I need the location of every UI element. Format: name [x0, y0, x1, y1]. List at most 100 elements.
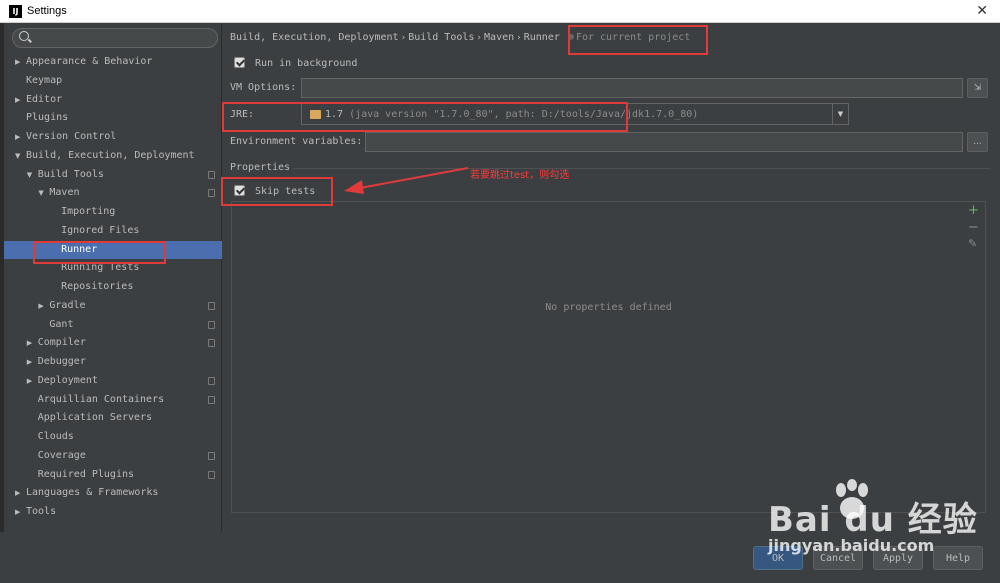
properties-table[interactable]: No properties defined — [231, 201, 986, 513]
chevron-right-icon[interactable]: ▶ — [38, 297, 46, 315]
search-input[interactable] — [12, 28, 218, 48]
chevron-right-icon[interactable]: ▶ — [27, 334, 35, 352]
sidebar-item-label: Application Servers — [37, 412, 153, 424]
sidebar-item[interactable]: ▶ Tools — [4, 503, 222, 521]
sidebar-item-label: Languages & Frameworks — [26, 487, 159, 499]
sidebar-item[interactable]: Repositories — [4, 278, 222, 296]
breadcrumb-item: Build Tools — [408, 32, 475, 43]
sidebar-item-label: Tools — [26, 506, 57, 517]
sidebar-item-label: Keymap — [26, 74, 63, 86]
search-icon — [19, 31, 29, 41]
env-browse-button[interactable]: ... — [967, 132, 988, 152]
sidebar-item[interactable]: ▶ Editor — [4, 91, 222, 109]
sidebar-item[interactable]: ▶ Languages & Frameworks — [4, 484, 222, 502]
sidebar-item[interactable]: ▶ Compiler — [4, 334, 222, 352]
project-scope-icon — [208, 395, 215, 404]
sidebar-item[interactable]: ▼ Build Tools — [4, 166, 222, 184]
sidebar-item[interactable]: ▼ Maven — [4, 184, 222, 202]
breadcrumb-item: Maven — [484, 32, 515, 43]
properties-title: Properties — [230, 162, 291, 173]
breadcrumb-separator: › — [517, 33, 521, 43]
jre-highlight-box — [222, 102, 628, 132]
chevron-down-icon[interactable]: ▼ — [832, 104, 848, 124]
chevron-right-icon[interactable]: ▶ — [15, 128, 23, 146]
vm-options-label: VM Options: — [230, 82, 297, 93]
chevron-down-icon[interactable]: ▼ — [27, 166, 35, 184]
sidebar-item-label: Importing — [61, 206, 116, 217]
project-scope-icon — [208, 189, 215, 198]
breadcrumb-item: Runner — [523, 32, 560, 43]
chevron-right-icon[interactable]: ▶ — [15, 503, 23, 521]
empty-properties-text: No properties defined — [545, 302, 672, 313]
watermark-url: jingyan.baidu.com — [768, 536, 935, 555]
sidebar-item[interactable]: Importing — [4, 203, 222, 221]
vm-options-field[interactable] — [301, 78, 963, 98]
project-scope-icon — [208, 470, 215, 479]
env-variables-label: Environment variables: — [230, 136, 363, 147]
sidebar-item[interactable]: Plugins — [4, 109, 222, 127]
sidebar-item[interactable]: ▶ Gradle — [4, 297, 222, 315]
sidebar-item[interactable]: Arquillian Containers — [4, 391, 222, 409]
sidebar-item-label: Plugins — [26, 112, 69, 124]
sidebar-item-label: Arquillian Containers — [37, 393, 165, 405]
watermark-brand: Bai du 经验 — [768, 500, 978, 540]
chevron-right-icon[interactable]: ▶ — [15, 91, 23, 109]
sidebar-item[interactable]: Clouds — [4, 428, 222, 446]
annotation-text: 若要跳过test，则勾选 — [470, 170, 570, 181]
close-icon[interactable]: ✕ — [976, 3, 988, 19]
sidebar-item-label: Editor — [26, 93, 63, 105]
project-scope-icon — [208, 339, 215, 348]
sidebar-item-label: Coverage — [37, 449, 86, 461]
sidebar-item[interactable]: Gant — [4, 316, 222, 334]
sidebar-item-label: Deployment — [37, 374, 98, 386]
sidebar-item-label: Gant — [49, 318, 74, 330]
sidebar-item[interactable]: ▶ Version Control — [4, 128, 222, 146]
sidebar-item-label: Build Tools — [37, 168, 104, 180]
sidebar-item[interactable]: ▶ Appearance & Behavior — [4, 53, 222, 71]
sidebar-item-label: Clouds — [37, 431, 74, 442]
env-variables-field[interactable] — [365, 132, 963, 152]
chevron-right-icon[interactable]: ▶ — [15, 53, 23, 71]
settings-sidebar: ▶ Appearance & Behavior Keymap ▶ Editor Plugi… — [4, 23, 222, 532]
project-scope-icon — [208, 320, 215, 329]
sidebar-item[interactable]: Keymap — [4, 72, 222, 90]
breadcrumb-item: Build, Execution, Deployment — [230, 32, 399, 43]
chevron-right-icon[interactable]: ▶ — [15, 484, 23, 502]
run-in-background-label: Run in background — [255, 57, 358, 69]
sidebar-item-label: Ignored Files — [61, 224, 140, 236]
sidebar-item-label: Required Plugins — [37, 468, 135, 480]
run-in-background-row[interactable]: Run in background — [234, 57, 357, 69]
project-scope-icon — [208, 170, 215, 179]
sidebar-item[interactable]: Required Plugins — [4, 466, 222, 484]
sidebar-item-label: Maven — [49, 187, 80, 199]
breadcrumb-separator: › — [477, 33, 482, 43]
sidebar-item-label: Build, Execution, Deployment — [26, 149, 195, 161]
chevron-right-icon[interactable]: ▶ — [27, 353, 35, 371]
runner-highlight-box — [33, 241, 166, 264]
sidebar-item-label: Gradle — [49, 299, 86, 311]
sidebar-item[interactable]: Coverage — [4, 447, 222, 465]
chevron-right-icon[interactable]: ▶ — [27, 372, 35, 390]
settings-content: Build, Execution, Deployment › Build Tools… — [223, 23, 1000, 532]
chevron-down-icon[interactable]: ▼ — [38, 184, 46, 202]
project-scope-icon — [208, 301, 215, 310]
sidebar-item[interactable]: Application Servers — [4, 409, 222, 427]
run-in-background-checkbox[interactable] — [234, 57, 245, 68]
breadcrumb-separator: › — [401, 33, 406, 43]
sidebar-item-label: Version Control — [26, 131, 117, 142]
sidebar-item[interactable]: ▼ Build, Execution, Deployment — [4, 147, 222, 165]
sidebar-item[interactable]: ▶ Debugger — [4, 353, 222, 371]
sidebar-item[interactable]: ▶ Deployment — [4, 372, 222, 390]
chevron-down-icon[interactable]: ▼ — [15, 147, 23, 165]
remove-icon[interactable]: − — [968, 220, 979, 235]
sidebar-item-label: Repositories — [61, 281, 134, 292]
skip-tests-highlight-box — [221, 177, 333, 206]
window-title: Settings — [27, 5, 67, 17]
intellij-icon: IJ — [9, 4, 22, 18]
add-icon[interactable]: + — [968, 203, 979, 218]
sidebar-item-label: Compiler — [37, 337, 86, 349]
baidu-watermark: Bai du 经验 jingyan.baidu.com — [768, 478, 998, 583]
expand-field-icon[interactable]: ⇲ — [967, 78, 988, 98]
edit-icon[interactable]: ✎ — [968, 237, 977, 250]
sidebar-item[interactable]: Ignored Files — [4, 222, 222, 240]
